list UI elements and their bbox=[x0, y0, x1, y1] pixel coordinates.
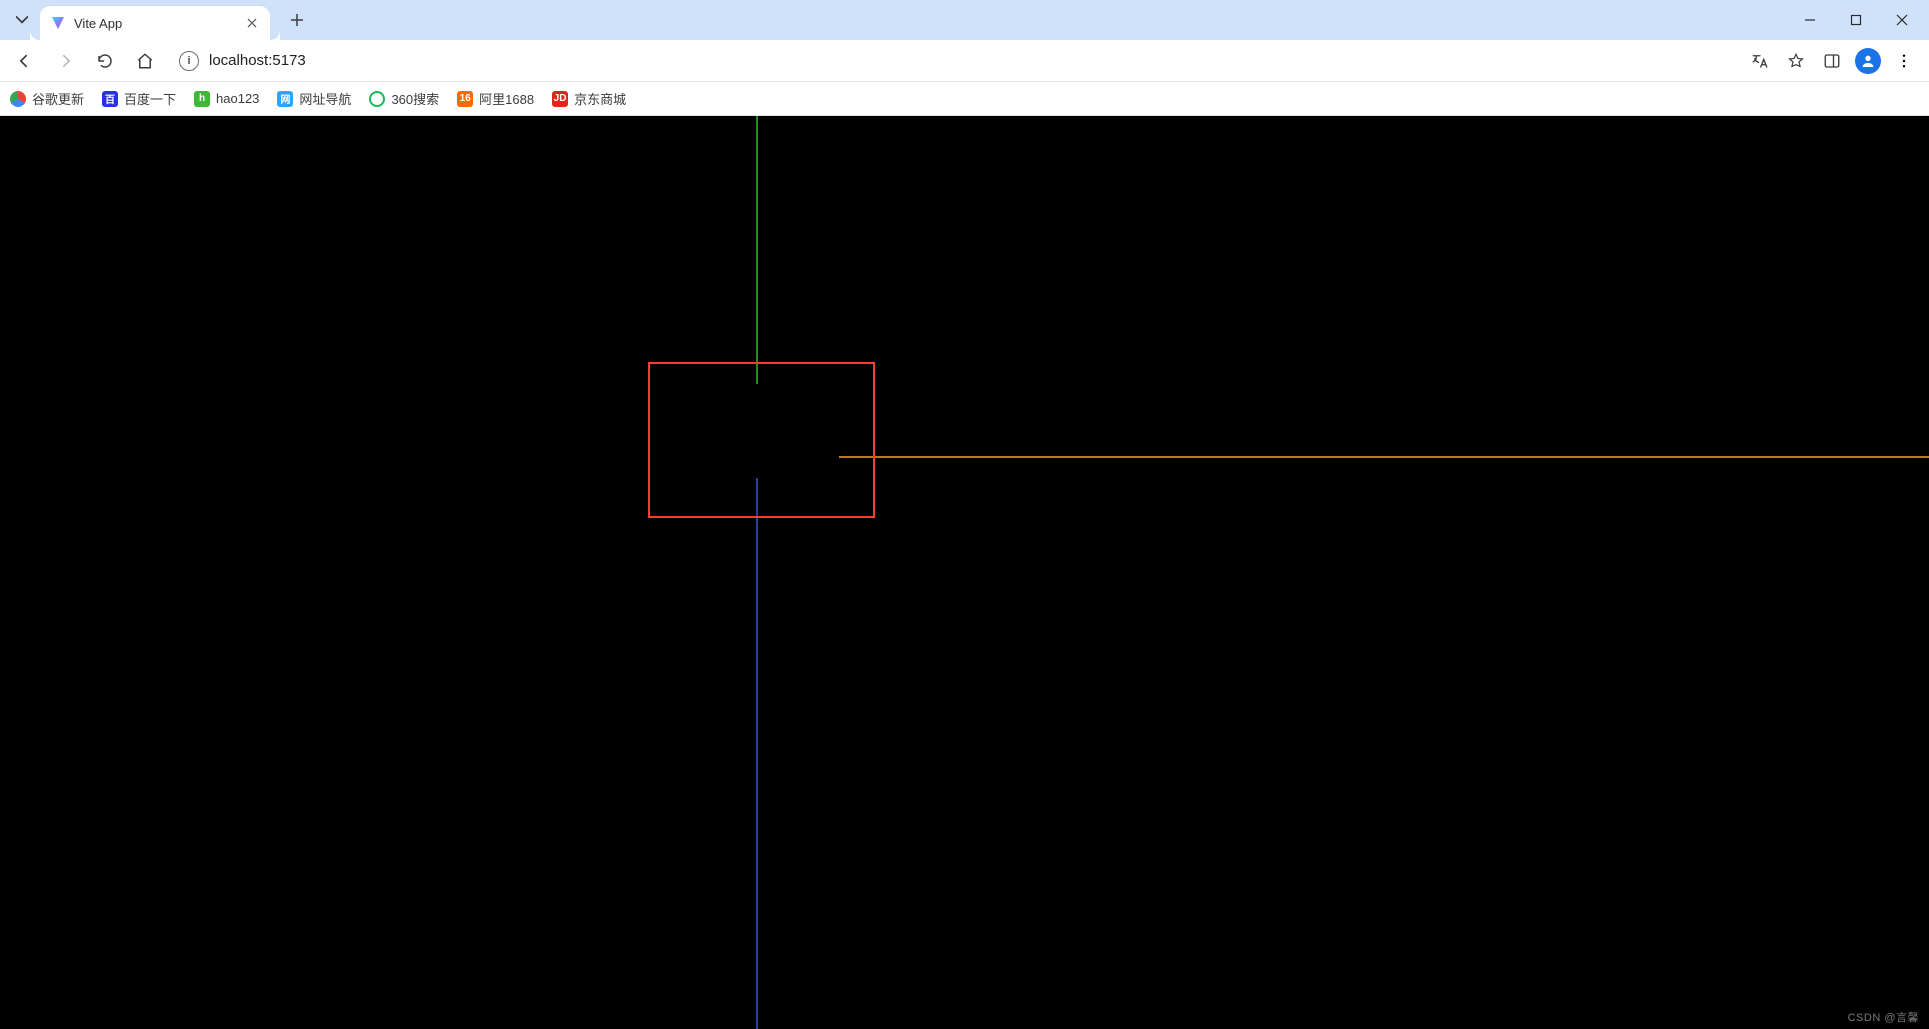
bookmark-item[interactable]: h hao123 bbox=[194, 91, 259, 107]
address-bar[interactable]: i localhost:5173 bbox=[168, 44, 1737, 78]
profile-button[interactable] bbox=[1851, 44, 1885, 78]
bookmark-item[interactable]: 16 阿里1688 bbox=[457, 89, 534, 108]
tab-title: Vite App bbox=[74, 16, 236, 31]
profile-avatar-icon bbox=[1855, 48, 1881, 74]
vite-favicon-icon bbox=[50, 15, 66, 31]
camera-helper-box bbox=[649, 363, 874, 517]
close-tab-button[interactable] bbox=[244, 15, 260, 31]
bookmark-item[interactable]: JD 京东商城 bbox=[552, 89, 626, 108]
toolbar: i localhost:5173 bbox=[0, 40, 1929, 82]
bookmark-star-button[interactable] bbox=[1779, 44, 1813, 78]
bookmarks-bar: 谷歌更新 百 百度一下 h hao123 网 网址导航 360搜索 16 阿里1… bbox=[0, 82, 1929, 116]
maximize-button[interactable] bbox=[1833, 0, 1879, 40]
chrome-menu-button[interactable] bbox=[1887, 44, 1921, 78]
bookmark-label: 京东商城 bbox=[574, 89, 626, 108]
browser-tab-active[interactable]: Vite App bbox=[40, 6, 270, 40]
back-button[interactable] bbox=[8, 44, 42, 78]
watermark-text: CSDN @言馨 bbox=[1848, 1009, 1919, 1025]
1688-icon: 16 bbox=[457, 91, 473, 107]
chrome-icon bbox=[10, 91, 26, 107]
bookmark-item[interactable]: 网 网址导航 bbox=[277, 89, 351, 108]
reload-button[interactable] bbox=[88, 44, 122, 78]
url-text: localhost:5173 bbox=[209, 52, 306, 69]
forward-button[interactable] bbox=[48, 44, 82, 78]
window-close-button[interactable] bbox=[1879, 0, 1925, 40]
bookmark-item[interactable]: 360搜索 bbox=[369, 89, 439, 108]
jd-icon: JD bbox=[552, 91, 568, 107]
bookmark-label: 网址导航 bbox=[299, 89, 351, 108]
window-controls bbox=[1787, 0, 1925, 40]
scene-canvas bbox=[0, 116, 1929, 1029]
home-button[interactable] bbox=[128, 44, 162, 78]
chevron-down-icon bbox=[10, 8, 34, 32]
bookmark-label: 百度一下 bbox=[124, 89, 176, 108]
baidu-icon: 百 bbox=[102, 91, 118, 107]
hao123-icon: h bbox=[194, 91, 210, 107]
titlebar: Vite App bbox=[0, 0, 1929, 40]
bookmark-item[interactable]: 百 百度一下 bbox=[102, 89, 176, 108]
bookmark-label: 谷歌更新 bbox=[32, 89, 84, 108]
site-info-icon[interactable]: i bbox=[179, 51, 199, 71]
new-tab-button[interactable] bbox=[282, 5, 312, 35]
360-icon bbox=[369, 91, 385, 107]
translate-button[interactable] bbox=[1743, 44, 1777, 78]
bookmark-label: hao123 bbox=[216, 91, 259, 106]
bookmark-label: 阿里1688 bbox=[479, 89, 534, 108]
webgl-viewport[interactable]: CSDN @言馨 bbox=[0, 116, 1929, 1029]
tab-search[interactable] bbox=[4, 8, 40, 32]
side-panel-button[interactable] bbox=[1815, 44, 1849, 78]
nav-icon: 网 bbox=[277, 91, 293, 107]
bookmark-item[interactable]: 谷歌更新 bbox=[10, 89, 84, 108]
bookmark-label: 360搜索 bbox=[391, 89, 439, 108]
minimize-button[interactable] bbox=[1787, 0, 1833, 40]
